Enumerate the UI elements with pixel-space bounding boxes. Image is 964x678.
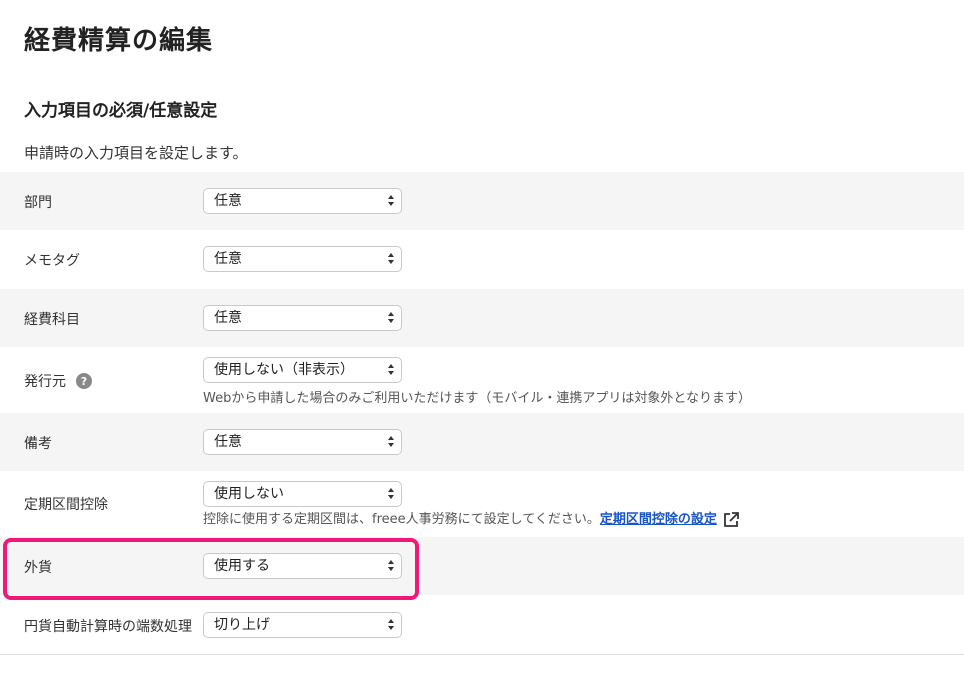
commuter-deduction-note: 控除に使用する定期区間は、freee人事労務にて設定してください。定期区間控除の… bbox=[203, 508, 739, 528]
select-arrows-icon bbox=[388, 253, 394, 265]
rounding-select[interactable]: 切り上げ bbox=[203, 612, 402, 638]
select-arrows-icon bbox=[388, 364, 394, 376]
note-text: 控除に使用する定期区間は、freee人事労務にて設定してください。 bbox=[203, 512, 600, 527]
commuter-deduction-select[interactable]: 使用しない bbox=[203, 481, 402, 507]
select-value: 任意 bbox=[214, 193, 242, 209]
row-label: 備考 bbox=[24, 436, 52, 452]
remarks-select[interactable]: 任意 bbox=[203, 429, 402, 455]
divider bbox=[0, 654, 964, 655]
expense-account-select[interactable]: 任意 bbox=[203, 305, 402, 331]
select-value: 任意 bbox=[214, 310, 242, 326]
row-remarks: 備考 任意 bbox=[0, 413, 964, 471]
row-label: 経費科目 bbox=[24, 312, 80, 328]
select-value: 使用しない bbox=[214, 486, 284, 502]
select-arrows-icon bbox=[388, 619, 394, 631]
department-select[interactable]: 任意 bbox=[203, 188, 402, 214]
select-value: 使用しない（非表示） bbox=[214, 362, 354, 378]
row-label: 発行元 ? bbox=[24, 371, 92, 391]
row-label: 円貨自動計算時の端数処理 bbox=[24, 619, 192, 635]
row-rounding: 円貨自動計算時の端数処理 切り上げ bbox=[0, 595, 964, 654]
row-label-text: 発行元 bbox=[24, 374, 66, 390]
issuer-note: Webから申請した場合のみご利用いただけます（モバイル・連携アプリは対象外となり… bbox=[203, 391, 751, 406]
commuter-deduction-settings-link[interactable]: 定期区間控除の設定 bbox=[600, 512, 717, 527]
page-title: 経費精算の編集 bbox=[24, 26, 214, 56]
select-value: 任意 bbox=[214, 251, 242, 267]
select-arrows-icon bbox=[388, 312, 394, 324]
row-label: 定期区間控除 bbox=[24, 497, 108, 513]
section-title: 入力項目の必須/任意設定 bbox=[24, 101, 218, 121]
select-value: 切り上げ bbox=[214, 617, 270, 633]
row-memo-tag: メモタグ 任意 bbox=[0, 230, 964, 289]
external-link-icon[interactable] bbox=[723, 511, 739, 528]
issuer-select[interactable]: 使用しない（非表示） bbox=[203, 357, 402, 383]
select-value: 任意 bbox=[214, 434, 242, 450]
select-arrows-icon bbox=[388, 195, 394, 207]
memo-tag-select[interactable]: 任意 bbox=[203, 246, 402, 272]
row-commuter-deduction: 定期区間控除 使用しない 控除に使用する定期区間は、freee人事労務にて設定し… bbox=[0, 471, 964, 537]
row-label: メモタグ bbox=[24, 253, 80, 269]
row-issuer: 発行元 ? 使用しない（非表示） Webから申請した場合のみご利用いただけます（… bbox=[0, 347, 964, 413]
section-description: 申請時の入力項目を設定します。 bbox=[24, 144, 248, 162]
select-arrows-icon bbox=[388, 436, 394, 448]
help-icon[interactable]: ? bbox=[76, 373, 92, 389]
row-department: 部門 任意 bbox=[0, 172, 964, 230]
row-expense-account: 経費科目 任意 bbox=[0, 289, 964, 347]
row-label: 部門 bbox=[24, 195, 52, 211]
highlight-annotation bbox=[3, 538, 419, 600]
select-arrows-icon bbox=[388, 488, 394, 500]
